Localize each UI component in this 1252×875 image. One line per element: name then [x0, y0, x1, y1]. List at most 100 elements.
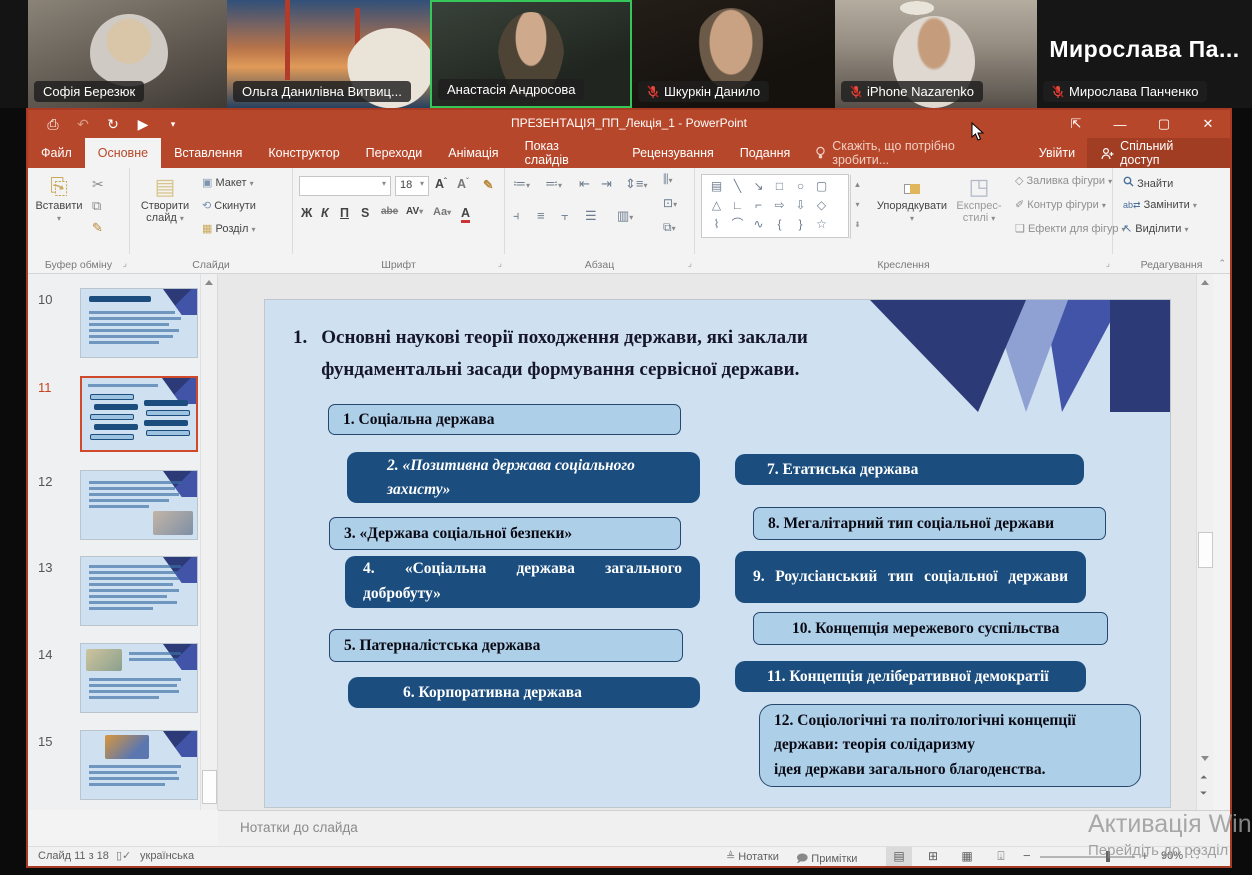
slide-shape-5[interactable]: 5. Патерналістська держава	[329, 629, 683, 662]
clipboard-dialog-launcher[interactable]: ⌟	[123, 258, 127, 269]
copy-icon[interactable]: ⧉	[92, 198, 101, 214]
shape-curve-icon[interactable]: ∿	[748, 215, 769, 234]
slide-shape-9[interactable]: 9. Роулсіанський тип соціальної держави	[735, 551, 1086, 603]
shadow-button[interactable]: S	[361, 206, 369, 220]
participant-tile[interactable]: Шкуркін Данило	[632, 0, 835, 108]
shapes-gallery[interactable]: ▤╲↘□○▢ △∟⌐⇨⇩◇ ⌇⌒∿{}☆ ▲▾⇟	[701, 174, 849, 238]
slide-title[interactable]: 1. Основні наукові теорії походження дер…	[293, 322, 893, 387]
participant-tile[interactable]: Софія Березюк	[28, 0, 227, 108]
select-button[interactable]: ↖ Виділити ▾	[1123, 222, 1188, 235]
slide-shape-12[interactable]: 12. Соціологічні та політологічні концеп…	[759, 704, 1141, 787]
shape-arc-icon[interactable]: ⌒	[727, 215, 748, 234]
shape-textbox-icon[interactable]: ▤	[706, 177, 727, 196]
previous-slide-icon[interactable]: ⏶	[1200, 772, 1207, 782]
slide-shape-6[interactable]: 6. Корпоративна держава	[348, 677, 700, 708]
scrollbar-thumb[interactable]	[1198, 532, 1213, 568]
slide-shape-10[interactable]: 10. Концепція мережевого суспільства	[753, 612, 1108, 645]
underline-button[interactable]: П	[340, 206, 349, 220]
character-spacing-button[interactable]: AV▾	[406, 206, 423, 217]
share-button[interactable]: Спільний доступ	[1087, 138, 1230, 168]
reading-view-button[interactable]: ▦	[954, 847, 980, 866]
font-size-combo[interactable]: 18▾	[395, 176, 429, 196]
slide-shape-4[interactable]: 4. «Соціальна держава загального добробу…	[345, 556, 700, 608]
thumbnail-slide-11-selected[interactable]	[80, 376, 198, 452]
notes-pane[interactable]: Нотатки до слайда	[218, 810, 1230, 846]
change-case-button[interactable]: Aa▾	[433, 206, 451, 218]
thumbnail-slide-10[interactable]	[80, 288, 198, 358]
shape-effects-button[interactable]: ❏ Ефекти для фігур ▾	[1015, 222, 1126, 235]
language-indicator[interactable]: українська	[140, 850, 194, 862]
align-center-icon[interactable]: ≡	[537, 208, 545, 223]
italic-button[interactable]: К	[321, 206, 329, 220]
tab-insert[interactable]: Вставлення	[161, 138, 255, 168]
slide-sorter-view-button[interactable]: ⊞	[920, 847, 946, 866]
tab-view[interactable]: Подання	[727, 138, 803, 168]
font-color-button[interactable]: А	[461, 206, 470, 223]
maximize-button[interactable]: ▢	[1142, 110, 1186, 138]
shape-oval-icon[interactable]: ○	[790, 177, 811, 196]
shape-outline-button[interactable]: ✐ Контур фігури ▾	[1015, 198, 1106, 211]
clear-formatting-button[interactable]: ✎	[483, 177, 493, 192]
thumbnail-slide-12[interactable]	[80, 470, 198, 540]
align-text-icon[interactable]: ⊡▾	[663, 196, 677, 210]
align-right-icon[interactable]: ⫟	[561, 208, 569, 224]
scroll-down-icon[interactable]	[1201, 756, 1209, 761]
justify-icon[interactable]: ☰	[585, 208, 597, 224]
notes-toggle[interactable]: ≜ Нотатки	[726, 850, 779, 863]
format-painter-icon[interactable]: ✎	[92, 220, 103, 236]
bold-button[interactable]: Ж	[301, 206, 312, 220]
decrease-indent-icon[interactable]: ⇤	[579, 176, 590, 192]
shape-line-icon[interactable]: ╲	[727, 177, 748, 196]
shape-right-arrow-icon[interactable]: ⇨	[769, 196, 790, 215]
numbering-icon[interactable]: ≕▾	[545, 176, 562, 192]
tab-slideshow[interactable]: Показ слайдів	[512, 138, 620, 168]
replace-button[interactable]: ab⇄ Замінити ▾	[1123, 199, 1197, 211]
new-slide-button[interactable]: ▤ Створити слайд ▾	[132, 174, 198, 224]
shape-triangle-icon[interactable]: △	[706, 196, 727, 215]
shape-scribble-icon[interactable]: ⌇	[706, 215, 727, 234]
shapes-gallery-scroll[interactable]: ▲▾⇟	[850, 175, 864, 239]
bullets-icon[interactable]: ≔▾	[513, 176, 530, 192]
paragraph-dialog-launcher[interactable]: ⌟	[688, 258, 692, 269]
normal-view-button[interactable]: ▤	[886, 847, 912, 866]
shape-pentagon-icon[interactable]: ◇	[811, 196, 832, 215]
shape-arrow-icon[interactable]: ↘	[748, 177, 769, 196]
minimize-button[interactable]: —	[1098, 110, 1142, 138]
scroll-up-icon[interactable]	[1201, 280, 1209, 285]
participant-tile[interactable]: iPhone Nazarenko	[835, 0, 1037, 108]
shape-rounded-rectangle-icon[interactable]: ▢	[811, 177, 832, 196]
section-button[interactable]: ▦ Розділ ▾	[202, 222, 255, 235]
scroll-up-icon[interactable]	[205, 280, 213, 285]
collapse-ribbon-icon[interactable]: ⌃	[1218, 258, 1226, 269]
slideshow-view-button[interactable]: ⍗	[988, 847, 1014, 866]
text-direction-icon[interactable]: ⫼▾	[663, 172, 673, 187]
paste-button[interactable]: ⎘ Вставити▾	[30, 174, 88, 224]
reset-button[interactable]: ⟲ Скинути	[202, 199, 256, 212]
participant-tile-active-speaker[interactable]: Анастасія Андросова	[430, 0, 632, 108]
participant-tile[interactable]: Ольга Данилівна Витвиц...	[227, 0, 430, 108]
shape-fill-button[interactable]: ◇ Заливка фігури ▾	[1015, 174, 1112, 187]
tab-transitions[interactable]: Переходи	[353, 138, 436, 168]
shape-left-brace-icon[interactable]: {	[769, 215, 790, 234]
spellcheck-icon[interactable]: ▯✓	[116, 849, 131, 862]
slide-number-indicator[interactable]: Слайд 11 з 18	[38, 850, 109, 862]
shape-rectangle-icon[interactable]: □	[769, 177, 790, 196]
find-button[interactable]: Знайти	[1123, 176, 1173, 190]
slide-shape-7[interactable]: 7. Етатиська держава	[735, 454, 1084, 485]
smartart-convert-icon[interactable]: ⧉▾	[663, 220, 676, 235]
slide-canvas[interactable]: 1. Основні наукові теорії походження дер…	[265, 300, 1170, 807]
shape-connector-icon[interactable]: ⌐	[748, 196, 769, 215]
arrange-button[interactable]: Упорядкувати▾	[875, 174, 949, 224]
thumbnail-slide-15[interactable]	[80, 730, 198, 800]
line-spacing-icon[interactable]: ⇕≡▾	[625, 176, 648, 192]
tab-review[interactable]: Рецензування	[619, 138, 726, 168]
slide-shape-8[interactable]: 8. Мегалітарний тип соціальної держави	[753, 507, 1106, 540]
align-left-icon[interactable]: ⫞	[513, 208, 520, 224]
tab-home[interactable]: Основне	[85, 138, 161, 168]
shape-star-icon[interactable]: ☆	[811, 215, 832, 234]
tell-me-box[interactable]: Скажіть, що потрібно зробити...	[803, 138, 1027, 168]
next-slide-icon[interactable]: ⏷	[1200, 788, 1207, 798]
cut-icon[interactable]: ✂	[92, 176, 104, 193]
shrink-font-button[interactable]: Аˇ	[457, 177, 469, 191]
thumbnail-slide-13[interactable]	[80, 556, 198, 626]
